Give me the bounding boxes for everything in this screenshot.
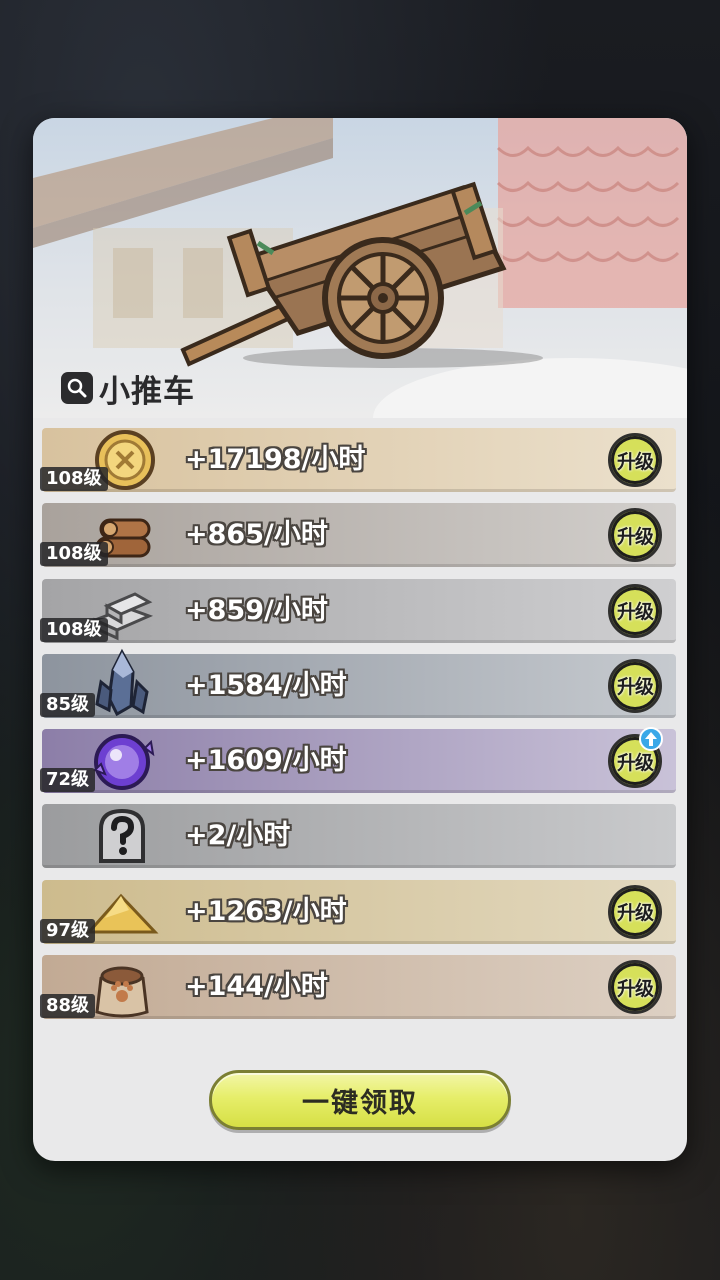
resource-row: 85级 +1584/小时 升级	[40, 648, 676, 718]
upgrade-label: 升级	[616, 977, 654, 1000]
upgrade-label: 升级	[616, 676, 654, 699]
resource-row: 88级 +144/小时 升级	[40, 955, 676, 1020]
title-row: 小推车	[61, 370, 195, 410]
level-badge: 97级	[40, 918, 96, 943]
upgrade-button[interactable]: 升级	[608, 960, 662, 1015]
resource-row: 72级 +1609/小时 升级	[40, 727, 676, 794]
upgrade-button[interactable]: 升级	[608, 508, 662, 563]
resource-row: 108级 +17198/小时 升级	[40, 428, 676, 492]
upgrade-label: 升级	[616, 902, 654, 925]
production-rate: +859/小时	[185, 594, 328, 626]
production-rate: +17198/小时	[185, 444, 366, 475]
resource-row: 97级 +1263/小时 升级	[40, 879, 676, 944]
level-badge: 108级	[40, 467, 108, 491]
upgrade-button[interactable]: 升级	[608, 583, 662, 638]
upgrade-label: 升级	[616, 601, 654, 624]
upgrade-available-arrow-icon	[639, 727, 663, 752]
level-badge: 85级	[40, 692, 96, 717]
cart-panel: 小推车 108级 +17198/小时 升级 108级 +865/小时 升级 108级 +859…	[33, 118, 687, 1161]
production-rate: +1584/小时	[185, 669, 347, 701]
search-icon	[67, 378, 87, 398]
upgrade-button[interactable]: 升级	[608, 433, 662, 487]
upgrade-label: 升级	[616, 450, 654, 473]
upgrade-label: 升级	[616, 525, 654, 548]
resource-row: 108级 +859/小时 升级	[40, 578, 676, 643]
mystery-item-icon	[82, 798, 162, 874]
upgrade-label: 升级	[616, 751, 654, 774]
upgrade-button[interactable]: 升级	[608, 727, 663, 789]
claim-all-label: 一键领取	[302, 1087, 418, 1119]
panel-title: 小推车	[99, 373, 195, 410]
upgrade-button[interactable]: 升级	[608, 884, 662, 939]
search-button[interactable]	[61, 372, 93, 404]
production-rate: +1609/小时	[185, 745, 347, 777]
production-rate: +144/小时	[185, 971, 328, 1003]
level-badge: 88级	[40, 994, 96, 1019]
upgrade-button[interactable]: 升级	[608, 658, 662, 713]
level-badge: 108级	[40, 542, 108, 567]
production-rate: +865/小时	[185, 519, 328, 551]
resource-row: 108级 +865/小时 升级	[40, 503, 676, 568]
claim-all-button[interactable]: 一键领取	[209, 1070, 511, 1130]
resource-row: +2/小时	[42, 804, 676, 869]
level-badge: 108级	[40, 617, 108, 642]
level-badge: 72级	[40, 768, 96, 793]
resource-list: 108级 +17198/小时 升级 108级 +865/小时 升级 108级 +859/小时升…	[40, 428, 676, 1030]
production-rate: +2/小时	[185, 820, 291, 852]
production-rate: +1263/小时	[185, 895, 347, 927]
